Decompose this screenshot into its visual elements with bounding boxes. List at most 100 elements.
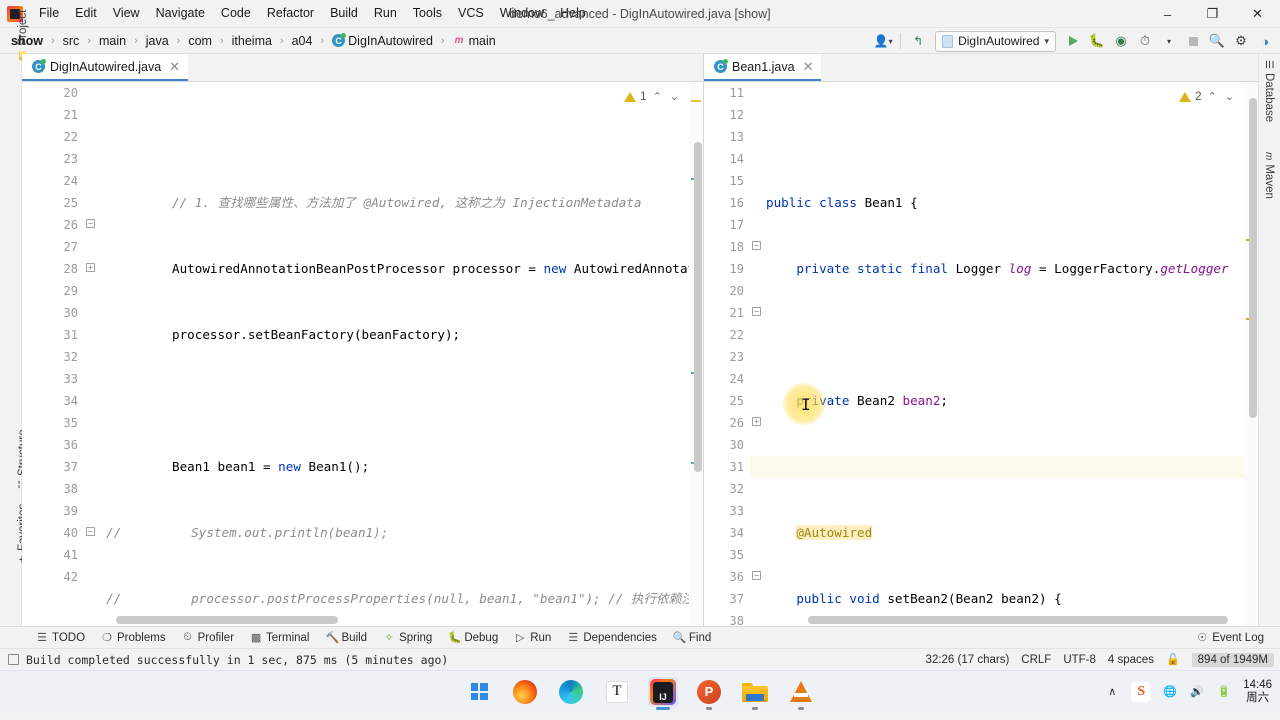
code-line[interactable]: private static final Logger log = Logger… bbox=[750, 258, 1258, 280]
tab-bean1-java[interactable]: C Bean1.java ✕ bbox=[704, 54, 822, 81]
tool-window-build[interactable]: 🔨 Build bbox=[318, 629, 376, 646]
close-icon[interactable]: ✕ bbox=[803, 59, 814, 75]
menu-vcs[interactable]: VCS bbox=[450, 3, 492, 24]
debug-button[interactable]: 🐛 bbox=[1086, 30, 1108, 52]
code-editor-right[interactable]: 2 ⌃ ⌄ 11 12 13 14 15 16 17 18 19 20 21 2… bbox=[704, 82, 1258, 626]
horizontal-scrollbar-right[interactable] bbox=[808, 616, 1228, 624]
code-line[interactable] bbox=[750, 324, 1258, 346]
tool-window-spring[interactable]: ✧ Spring bbox=[375, 629, 440, 646]
lock-icon[interactable]: 🔓 bbox=[1166, 653, 1180, 666]
run-configuration-selector[interactable]: DigInAutowired ▾ bbox=[935, 30, 1056, 52]
code-line[interactable]: processor.setBeanFactory(beanFactory); bbox=[84, 324, 703, 346]
network-disconnected-icon[interactable]: 🌐 bbox=[1162, 684, 1178, 700]
menu-build[interactable]: Build bbox=[322, 3, 366, 24]
menu-refactor[interactable]: Refactor bbox=[259, 3, 322, 24]
breadcrumb-item-a04[interactable]: a04 bbox=[289, 33, 316, 49]
previous-problem-icon[interactable]: ⌃ bbox=[651, 86, 664, 108]
close-button[interactable]: ✕ bbox=[1235, 0, 1280, 28]
code-line[interactable]: Bean1 bean1 = new Bean1(); bbox=[84, 456, 703, 478]
breadcrumb-item-main-method[interactable]: m main bbox=[450, 33, 499, 49]
marker-track-right[interactable] bbox=[1244, 82, 1258, 626]
code-content-right[interactable]: public class Bean1 { private static fina… bbox=[750, 82, 1258, 626]
start-button[interactable] bbox=[464, 677, 494, 707]
breadcrumb-item-diginautowired[interactable]: C DigInAutowired bbox=[329, 33, 436, 49]
user-account-icon[interactable]: 👤 ▾ bbox=[872, 30, 894, 52]
menu-window[interactable]: Window bbox=[492, 3, 552, 24]
horizontal-scrollbar-left[interactable] bbox=[116, 616, 338, 624]
menu-view[interactable]: View bbox=[105, 3, 148, 24]
caret-position-widget[interactable]: 32:26 (17 chars) bbox=[926, 654, 1010, 666]
taskbar-item-intellij-idea[interactable] bbox=[648, 676, 678, 710]
code-line[interactable] bbox=[750, 126, 1258, 148]
vertical-scrollbar-right[interactable] bbox=[1249, 98, 1257, 418]
run-button[interactable] bbox=[1062, 30, 1084, 52]
tool-window-run[interactable]: ▷ Run bbox=[506, 629, 559, 646]
tray-expand-icon[interactable]: ∧ bbox=[1104, 684, 1120, 700]
back-arrow-icon[interactable]: ↰ bbox=[907, 30, 929, 52]
code-line-annotation[interactable]: @Autowired bbox=[750, 522, 1258, 544]
status-message-area[interactable]: Build completed successfully in 1 sec, 8… bbox=[0, 653, 448, 667]
tool-window-find[interactable]: 🔍 Find bbox=[665, 629, 719, 646]
encoding-widget[interactable]: UTF-8 bbox=[1063, 654, 1096, 666]
minimize-button[interactable]: – bbox=[1145, 0, 1190, 28]
close-icon[interactable]: ✕ bbox=[169, 59, 180, 75]
breadcrumb-item-java[interactable]: java bbox=[143, 33, 172, 49]
tool-window-problems[interactable]: ❍ Problems bbox=[93, 629, 174, 646]
indent-widget[interactable]: 4 spaces bbox=[1108, 654, 1154, 666]
profiler-dropdown[interactable]: ▾ bbox=[1158, 30, 1180, 52]
taskbar-item-vlc[interactable] bbox=[786, 677, 816, 710]
code-line[interactable]: public void setBean2(Bean2 bean2) { bbox=[750, 588, 1258, 610]
updates-button[interactable]: ◑ bbox=[1254, 30, 1276, 52]
code-content-left[interactable]: // 1. 查找哪些属性、方法加了 @Autowired, 这称之为 Injec… bbox=[84, 82, 703, 626]
sogou-ime-icon[interactable]: S bbox=[1131, 681, 1152, 702]
breadcrumb-item-com[interactable]: com bbox=[185, 33, 215, 49]
taskbar-clock[interactable]: 14:46 周六 bbox=[1243, 679, 1272, 705]
tool-window-event-log[interactable]: ☉ Event Log bbox=[1188, 629, 1272, 646]
tool-window-terminal[interactable]: ▩ Terminal bbox=[242, 629, 317, 646]
line-separator-widget[interactable]: CRLF bbox=[1021, 654, 1051, 666]
gutter-right[interactable]: 11 12 13 14 15 16 17 18 19 20 21 22 23 2… bbox=[704, 82, 750, 626]
maximize-button[interactable]: ❐ bbox=[1190, 0, 1235, 28]
menu-edit[interactable]: Edit bbox=[67, 3, 105, 24]
stop-button[interactable] bbox=[1182, 30, 1204, 52]
inspection-widget-left[interactable]: 1 ⌃ ⌄ bbox=[624, 86, 681, 108]
run-with-coverage-button[interactable]: ◉ bbox=[1110, 30, 1132, 52]
battery-charging-icon[interactable]: 🔋 bbox=[1216, 684, 1232, 700]
search-everywhere-button[interactable]: 🔍 bbox=[1206, 30, 1228, 52]
menu-file[interactable]: File bbox=[31, 3, 67, 24]
tool-window-todo[interactable]: ☰ TODO bbox=[28, 629, 93, 646]
vertical-scrollbar-left[interactable] bbox=[694, 142, 702, 472]
next-problem-icon[interactable]: ⌄ bbox=[1223, 86, 1236, 108]
code-line-modified[interactable] bbox=[750, 456, 1258, 478]
profiler-button[interactable]: ⏱ bbox=[1134, 30, 1156, 52]
taskbar-item-powerpoint[interactable]: P bbox=[694, 677, 724, 710]
taskbar-item-edge[interactable] bbox=[556, 677, 586, 707]
menu-code[interactable]: Code bbox=[213, 3, 259, 24]
code-line-commented[interactable]: //processor.postProcessProperties(null, … bbox=[84, 588, 703, 610]
marker-track-left[interactable] bbox=[689, 82, 703, 626]
tool-window-debug[interactable]: 🐛 Debug bbox=[440, 629, 506, 646]
menu-run[interactable]: Run bbox=[366, 3, 405, 24]
breadcrumb-item-src[interactable]: src bbox=[60, 33, 83, 49]
inspection-widget-right[interactable]: 2 ⌃ ⌄ bbox=[1179, 86, 1236, 108]
taskbar-item-file-explorer[interactable] bbox=[740, 677, 770, 710]
code-editor-left[interactable]: 1 ⌃ ⌄ 20 21 22 23 24 25 26 27 28 29 30 3… bbox=[22, 82, 703, 626]
menu-navigate[interactable]: Navigate bbox=[148, 3, 213, 24]
menu-tools[interactable]: Tools bbox=[405, 3, 450, 24]
sidebar-item-maven[interactable]: m Maven bbox=[1263, 152, 1275, 199]
tool-window-dependencies[interactable]: ☰ Dependencies bbox=[559, 629, 665, 646]
previous-problem-icon[interactable]: ⌃ bbox=[1206, 86, 1219, 108]
menu-help[interactable]: Help bbox=[552, 3, 594, 24]
tab-diginautowired-java[interactable]: C DigInAutowired.java ✕ bbox=[22, 54, 189, 81]
taskbar-item-typora[interactable]: T bbox=[602, 677, 632, 707]
gutter-left[interactable]: 20 21 22 23 24 25 26 27 28 29 30 31 32 3… bbox=[22, 82, 84, 626]
code-line[interactable] bbox=[84, 390, 703, 412]
code-line[interactable]: public class Bean1 { bbox=[750, 192, 1258, 214]
breadcrumb-item-main[interactable]: main bbox=[96, 33, 129, 49]
taskbar-item-firefox[interactable] bbox=[510, 677, 540, 707]
code-line[interactable]: // 1. 查找哪些属性、方法加了 @Autowired, 这称之为 Injec… bbox=[84, 192, 703, 214]
warning-marker[interactable] bbox=[691, 100, 701, 102]
code-line-commented[interactable]: //System.out.println(bean1); bbox=[84, 522, 703, 544]
code-line[interactable]: private Bean2 bean2; bbox=[750, 390, 1258, 412]
tool-window-profiler[interactable]: ⏲ Profiler bbox=[174, 629, 242, 646]
